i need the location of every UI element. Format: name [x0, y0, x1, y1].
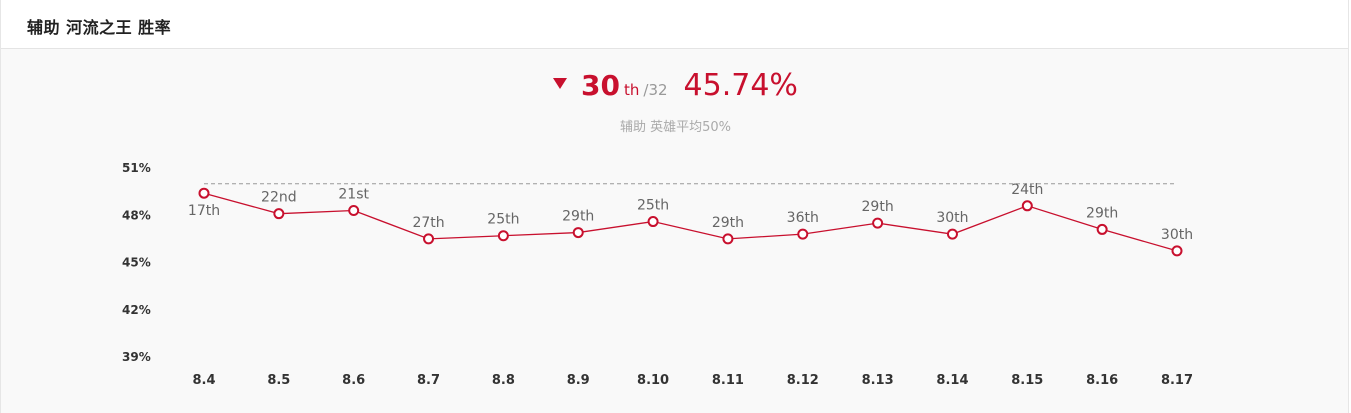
data-point	[946, 228, 958, 240]
point-rank-label: 29th	[1086, 205, 1118, 221]
x-tick-label: 8.17	[1161, 373, 1193, 388]
point-rank-label: 21st	[338, 187, 369, 203]
data-point	[273, 208, 285, 220]
x-tick-label: 8.4	[192, 373, 215, 388]
x-tick-label: 8.14	[936, 373, 968, 388]
y-tick-label: 39%	[122, 350, 151, 364]
x-tick-label: 8.6	[342, 373, 365, 388]
point-rank-label: 30th	[936, 210, 968, 226]
win-rate-line-chart: 51% 48% 45% 42% 39% 8.4 8.5 8.6 8.7 8.8 8.9 8.10 8.1…	[122, 161, 1193, 388]
point-rank-label: 29th	[712, 215, 744, 231]
x-tick-label: 8.8	[492, 373, 515, 388]
x-tick-label: 8.11	[712, 373, 744, 388]
point-rank-label: 24th	[1011, 182, 1043, 198]
data-point	[1021, 200, 1033, 212]
data-point	[797, 228, 809, 240]
win-rate-panel: 辅助 河流之王 胜率 30th/32 45.74% 辅助 英雄平均50% 51% 4…	[0, 0, 1349, 413]
point-rank-label: 27th	[412, 215, 444, 231]
x-tick-label: 8.12	[787, 373, 819, 388]
point-rank-label: 30th	[1161, 227, 1193, 243]
data-point	[198, 187, 210, 199]
point-rank-label: 29th	[862, 199, 894, 215]
y-tick-label: 48%	[122, 208, 151, 222]
y-tick-label: 45%	[122, 256, 151, 270]
data-point	[348, 205, 360, 217]
data-point	[497, 230, 509, 242]
point-rank-label: 25th	[487, 212, 519, 228]
point-rank-label: 25th	[637, 198, 669, 214]
point-rank-label: 29th	[562, 209, 594, 225]
data-point	[1171, 245, 1183, 257]
y-tick-label: 51%	[122, 161, 151, 175]
x-tick-label: 8.9	[567, 373, 590, 388]
x-tick-label: 8.16	[1086, 373, 1118, 388]
data-point	[572, 227, 584, 239]
data-point	[872, 217, 884, 229]
x-tick-label: 8.10	[637, 373, 669, 388]
x-tick-label: 8.13	[862, 373, 894, 388]
data-point	[647, 216, 659, 228]
x-tick-label: 8.15	[1011, 373, 1043, 388]
data-point	[423, 233, 435, 245]
point-rank-label: 36th	[787, 210, 819, 226]
point-rank-label: 17th	[188, 203, 220, 219]
point-rank-label: 22nd	[261, 190, 297, 206]
data-point	[722, 233, 734, 245]
data-point	[1096, 223, 1108, 235]
y-tick-label: 42%	[122, 303, 151, 317]
x-tick-label: 8.7	[417, 373, 440, 388]
x-tick-label: 8.5	[267, 373, 290, 388]
